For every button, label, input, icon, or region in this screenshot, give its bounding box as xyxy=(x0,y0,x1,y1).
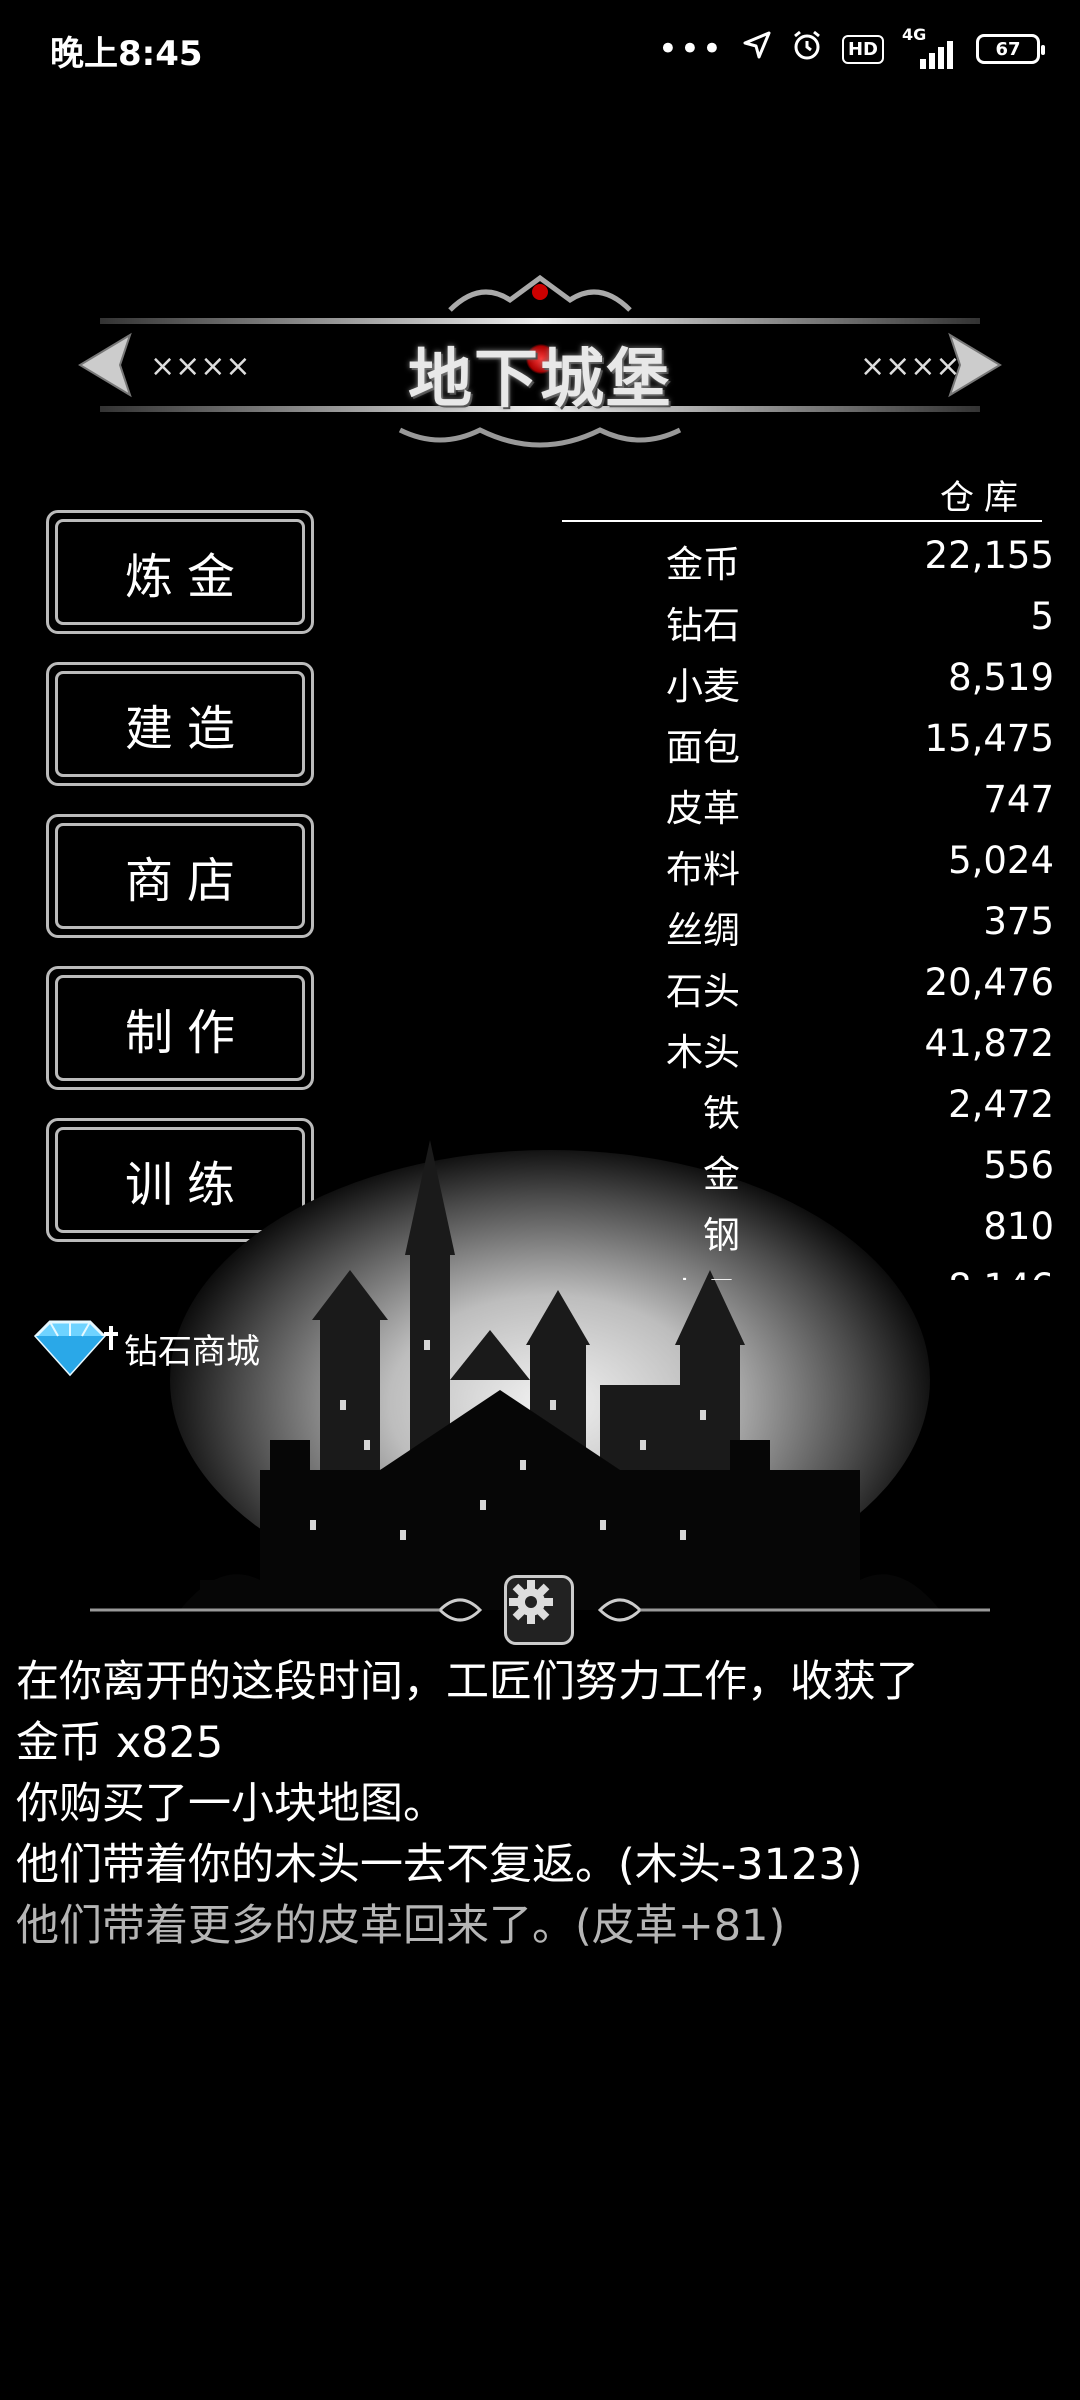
warehouse-list[interactable]: 金币 22,155 钻石 5 小麦 8,519 面包 15,475 皮革 747 布料 5,… xyxy=(560,528,1060,1280)
item-name: 石头 xyxy=(666,970,740,1013)
shop-label: 商店 xyxy=(124,853,249,909)
settings-button[interactable] xyxy=(504,1575,574,1645)
list-item: 小麦 8,519 xyxy=(560,650,1060,711)
list-item: 布料 5,024 xyxy=(560,833,1060,894)
item-value: 8,146 xyxy=(948,1266,1054,1280)
item-value: 556 xyxy=(983,1144,1054,1187)
list-item: 金 556 xyxy=(560,1138,1060,1199)
item-name: 布料 xyxy=(666,848,740,891)
battery-level: 67 xyxy=(995,38,1021,60)
log-line: 金币 x825 xyxy=(16,1718,224,1768)
item-value: 5,024 xyxy=(948,839,1054,882)
list-item: 钢 810 xyxy=(560,1199,1060,1260)
title-banner: ×××× ×××× 地下城堡 xyxy=(60,270,1020,460)
build-button[interactable]: 建造 xyxy=(46,662,314,786)
item-value: 5 xyxy=(1030,595,1054,638)
signal-4g-icon: 4G xyxy=(902,25,958,69)
list-item: 金币 22,155 xyxy=(560,528,1060,589)
battery-icon: 67 xyxy=(976,34,1045,64)
warehouse-divider xyxy=(562,520,1042,522)
item-name: 水晶 xyxy=(666,1266,740,1280)
item-value: 375 xyxy=(983,900,1054,943)
alarm-clock-icon xyxy=(790,28,824,70)
status-time: 晚上8:45 xyxy=(50,34,203,74)
build-label: 建造 xyxy=(124,701,249,757)
game-title: 地下城堡 xyxy=(408,342,672,417)
more-notifications-icon: ••• xyxy=(657,29,724,69)
item-value: 2,472 xyxy=(948,1083,1054,1126)
log-line: 你购买了一小块地图。 xyxy=(16,1779,446,1829)
alchemy-label: 炼金 xyxy=(124,549,249,605)
location-arrow-icon xyxy=(742,30,772,68)
item-name: 皮革 xyxy=(666,787,740,830)
list-item: 水晶 8,146 xyxy=(560,1260,1060,1280)
list-item: 铁 2,472 xyxy=(560,1077,1060,1138)
craft-button[interactable]: 制作 xyxy=(46,966,314,1090)
list-item: 皮革 747 xyxy=(560,772,1060,833)
item-value: 15,475 xyxy=(924,717,1054,760)
log-line: 他们带着你的木头一去不复返。(木头-3123) xyxy=(16,1840,863,1890)
item-name: 丝绸 xyxy=(666,909,740,952)
diamond-shop-label: 钻石商城 xyxy=(124,1331,260,1372)
list-item: 木头 41,872 xyxy=(560,1016,1060,1077)
log-line: 在你离开的这段时间，工匠们努力工作，收获了 xyxy=(16,1657,919,1707)
craft-label: 制作 xyxy=(124,1005,249,1061)
item-name: 小麦 xyxy=(666,665,740,708)
warehouse-title: 仓库 xyxy=(940,478,1028,518)
alchemy-button[interactable]: 炼金 xyxy=(46,510,314,634)
item-name: 钢 xyxy=(703,1214,740,1257)
shop-button[interactable]: 商店 xyxy=(46,814,314,938)
hd-voice-icon: HD xyxy=(841,34,884,64)
item-value: 747 xyxy=(983,778,1054,821)
item-name: 面包 xyxy=(666,726,740,769)
item-name: 木头 xyxy=(666,1031,740,1074)
list-item: 面包 15,475 xyxy=(560,711,1060,772)
item-value: 22,155 xyxy=(924,534,1054,577)
diamond-shop-button[interactable]: 钻石商城 xyxy=(28,1318,260,1378)
item-value: 20,476 xyxy=(924,961,1054,1004)
status-bar: 晚上8:45 ••• HD 4G 67 xyxy=(0,0,1080,100)
item-name: 钻石 xyxy=(666,604,740,647)
list-item: 丝绸 375 xyxy=(560,894,1060,955)
list-item: 钻石 5 xyxy=(560,589,1060,650)
item-value: 41,872 xyxy=(924,1022,1054,1065)
item-name: 金 xyxy=(703,1153,740,1196)
settings-divider xyxy=(90,1575,990,1645)
log-line: 他们带着更多的皮革回来了。(皮革+81) xyxy=(16,1901,786,1951)
status-icons: ••• HD 4G 67 xyxy=(657,25,1045,72)
gear-icon xyxy=(509,1580,553,1624)
item-name: 金币 xyxy=(666,543,740,586)
item-value: 8,519 xyxy=(948,656,1054,699)
item-name: 铁 xyxy=(703,1092,740,1135)
item-value: 810 xyxy=(983,1205,1054,1248)
event-log[interactable]: 在你离开的这段时间，工匠们努力工作，收获了 金币 x825 你购买了一小块地图。… xyxy=(16,1652,1066,1957)
list-item: 石头 20,476 xyxy=(560,955,1060,1016)
diamond-icon xyxy=(33,1320,118,1377)
